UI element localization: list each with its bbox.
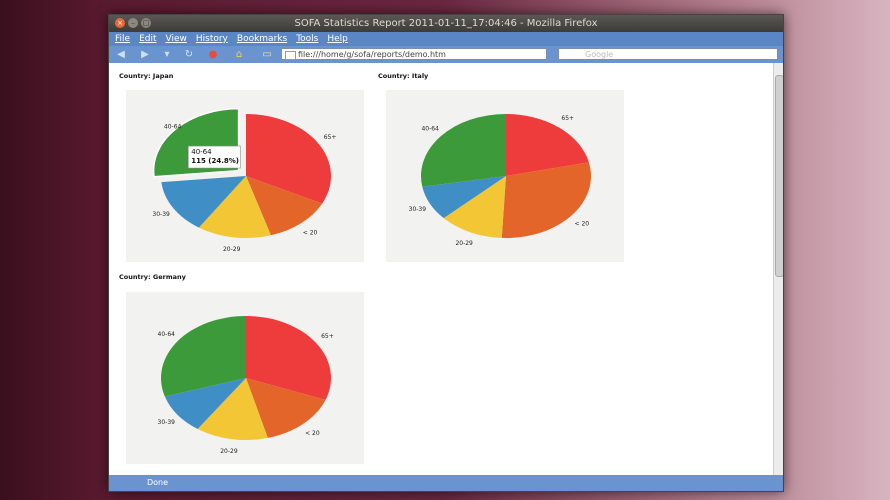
pie-label-65: 65+ <box>324 134 337 141</box>
menu-bookmarks[interactable]: Bookmarks <box>237 32 287 46</box>
menu-bar: File Edit View History Bookmarks Tools H… <box>109 32 783 46</box>
menu-file[interactable]: File <box>115 32 130 46</box>
url-text: file:///home/g/sofa/reports/demo.htm <box>298 50 446 59</box>
tooltip-category: 40-64 <box>191 148 212 156</box>
tooltip-value: 115 (24.8%) <box>191 157 239 165</box>
pie-label-20-29: 20-29 <box>223 246 241 253</box>
chart-title-germany: Country: Germany <box>119 273 186 281</box>
back-icon[interactable]: ◀ <box>115 49 127 60</box>
navigation-toolbar: ◀ ▶ ▾ ↻ ● ⌂ ▭ file:///home/g/sofa/report… <box>109 46 783 63</box>
page-icon <box>285 51 296 60</box>
menu-help[interactable]: Help <box>327 32 348 46</box>
search-box[interactable]: Google <box>558 48 778 60</box>
menu-edit[interactable]: Edit <box>139 32 156 46</box>
chart-panel-germany: 65+ < 20 20-29 30-39 40-64 <box>126 292 364 464</box>
chart-title-japan: Country: Japan <box>119 72 174 80</box>
pie-chart-germany: 65+ < 20 20-29 30-39 40-64 <box>158 316 334 455</box>
status-bar: Done <box>109 475 783 491</box>
menu-history[interactable]: History <box>196 32 228 46</box>
home-icon[interactable]: ⌂ <box>233 49 245 60</box>
chart-panel-italy: 65+ < 20 20-29 30-39 40-64 <box>386 90 624 262</box>
pie-label-65: 65+ <box>561 115 574 122</box>
window-title: SOFA Statistics Report 2011-01-11_17:04:… <box>294 18 598 29</box>
vertical-scrollbar[interactable] <box>773 63 783 475</box>
pie-label-65: 65+ <box>321 333 334 340</box>
stop-icon[interactable]: ● <box>207 49 219 60</box>
scrollbar-thumb[interactable] <box>775 75 783 277</box>
pie-label-20: < 20 <box>305 430 320 437</box>
pie-label-20: < 20 <box>575 221 590 228</box>
pie-chart-italy: 65+ < 20 20-29 30-39 40-64 <box>409 114 591 247</box>
close-icon[interactable]: × <box>115 18 125 28</box>
title-bar: × – □ SOFA Statistics Report 2011-01-11_… <box>109 15 783 32</box>
browser-window: × – □ SOFA Statistics Report 2011-01-11_… <box>108 14 784 492</box>
report-content: Country: Japan Country: Italy Country: G… <box>109 63 773 475</box>
url-bar[interactable]: file:///home/g/sofa/reports/demo.htm <box>281 48 547 60</box>
menu-tools[interactable]: Tools <box>296 32 318 46</box>
menu-view[interactable]: View <box>166 32 187 46</box>
pie-label-40-64: 40-64 <box>158 331 176 338</box>
pie-label-40-64: 40-64 <box>164 123 182 130</box>
maximize-icon[interactable]: □ <box>141 18 151 28</box>
pie-label-30-39: 30-39 <box>152 211 170 218</box>
search-placeholder: Google <box>585 50 614 59</box>
pie-label-40-64: 40-64 <box>421 125 439 132</box>
dropdown-icon[interactable]: ▾ <box>161 49 173 60</box>
folder-icon[interactable]: ▭ <box>261 49 273 60</box>
chart-title-italy: Country: Italy <box>378 72 429 80</box>
pie-label-20: < 20 <box>303 229 318 236</box>
pie-label-20-29: 20-29 <box>220 448 238 455</box>
forward-icon[interactable]: ▶ <box>139 49 151 60</box>
status-text: Done <box>147 478 169 487</box>
pie-label-30-39: 30-39 <box>409 206 427 213</box>
pie-label-30-39: 30-39 <box>158 419 176 426</box>
pie-chart-japan: 65+< 2020-2930-3940-6440-64115 (24.8%) <box>152 107 337 253</box>
slice-tooltip: 40-64115 (24.8%) <box>187 145 241 169</box>
minimize-icon[interactable]: – <box>128 18 138 28</box>
reload-icon[interactable]: ↻ <box>183 49 195 60</box>
pie-label-20-29: 20-29 <box>455 240 473 247</box>
chart-panel-japan: 65+ < 20 20-29 30-39 40-64 40-64 115 (24.8%) <box>126 90 364 262</box>
